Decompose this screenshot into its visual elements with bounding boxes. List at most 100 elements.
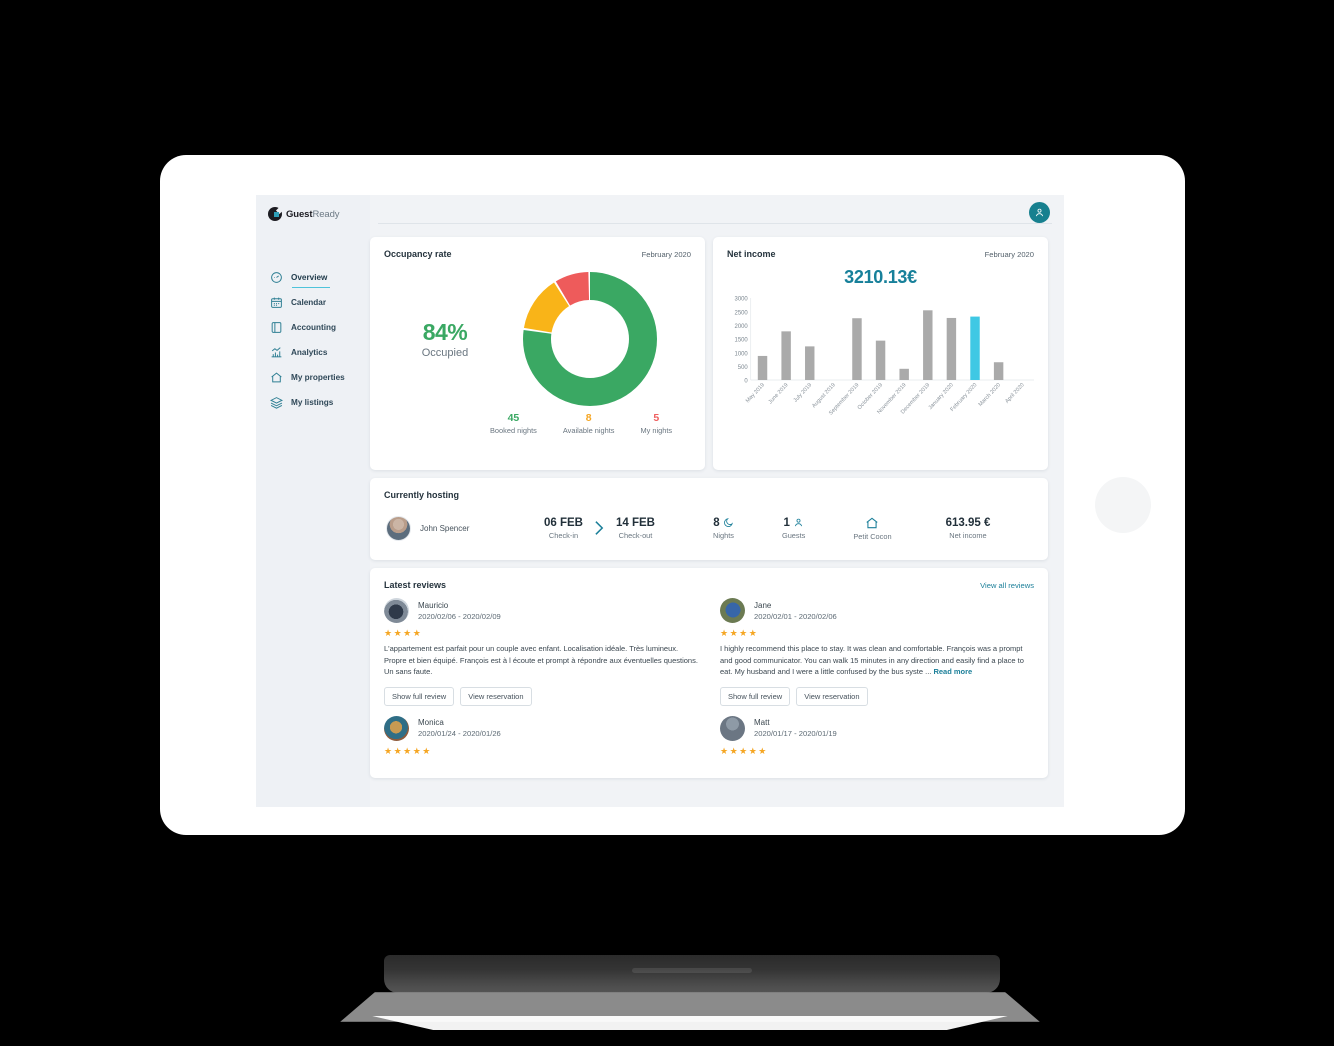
reviewer-name: Monica [418, 718, 444, 728]
reviews-column-right: Jane 2020/02/01 - 2020/02/06 ★★★★ I high… [720, 598, 1034, 763]
hosting-guest: John Spencer [386, 515, 544, 541]
occupancy-body: 84% Occupied [370, 259, 705, 409]
review-text: L'appartement est parfait pour un couple… [384, 644, 698, 677]
sidebar-item-calendar[interactable]: Calendar [256, 290, 370, 315]
svg-text:April 2020: April 2020 [1004, 382, 1025, 405]
guests-value-row: 1 [782, 517, 805, 529]
hosting-guests: 1 Guests [782, 517, 805, 540]
topbar [370, 195, 1064, 231]
guests-label: Guests [781, 530, 806, 540]
sidebar-label-calendar: Calendar [291, 298, 327, 307]
reviewer-info: Jane 2020/02/01 - 2020/02/06 [754, 601, 837, 621]
sidebar-item-accounting[interactable]: Accounting [256, 315, 370, 340]
hosting-title: Currently hosting [384, 490, 460, 500]
review-text-body: I highly recommend this place to stay. I… [720, 644, 1024, 677]
laptop-base [384, 955, 1000, 993]
reviewer-name: Mauricio [418, 600, 449, 610]
review-item: Mauricio 2020/02/06 - 2020/02/09 ★★★★ L'… [384, 598, 698, 706]
donut-svg [523, 272, 657, 406]
occupancy-card-header: Occupancy rate February 2020 [370, 237, 705, 259]
hosting-nights: 8 Nights [713, 517, 734, 540]
svg-text:0: 0 [744, 379, 748, 385]
svg-text:July 2019: July 2019 [793, 382, 814, 404]
reviewer-name: Matt [754, 718, 770, 728]
nights-value: 8 [713, 516, 720, 529]
guestready-logo-icon [268, 207, 282, 221]
top-cards-row: Occupancy rate February 2020 84% Occupie… [370, 237, 1058, 470]
sidebar-item-overview[interactable]: Overview [256, 265, 370, 290]
reviewer-info: Matt 2020/01/17 - 2020/01/19 [754, 718, 837, 738]
net-income-bar-chart: 0 500 1000 1500 2000 2500 3000 May 2019 June 201… [721, 294, 1038, 444]
view-reservation-button[interactable]: View reservation [796, 686, 868, 706]
occupancy-card: Occupancy rate February 2020 84% Occupie… [370, 237, 705, 470]
show-full-review-button[interactable]: Show full review [720, 686, 791, 706]
net-income-period: February 2020 [984, 250, 1034, 259]
review-rating-stars: ★★★★ [720, 628, 759, 638]
brand-light: Ready [312, 208, 340, 220]
review-rating-stars: ★★★★★ [720, 745, 768, 756]
reviews-column-left: Mauricio 2020/02/06 - 2020/02/09 ★★★★ L'… [384, 598, 698, 763]
checkout-label: Check-out [618, 530, 653, 540]
home-icon [865, 516, 879, 530]
review-item: Monica 2020/01/24 - 2020/01/26 ★★★★★ [384, 715, 698, 757]
sidebar-nav: Overview Calendar Accounting Analytics M… [256, 265, 370, 415]
user-icon [793, 517, 804, 528]
review-header: Jane 2020/02/01 - 2020/02/06 [720, 598, 1034, 623]
show-full-review-button[interactable]: Show full review [384, 686, 455, 706]
stat-my-nights-label: My nights [640, 425, 673, 435]
gauge-icon [270, 271, 283, 284]
reviews-header: Latest reviews View all reviews [370, 568, 1048, 590]
svg-text:1000: 1000 [735, 351, 749, 357]
svg-text:2000: 2000 [735, 324, 749, 330]
reviewer-avatar [720, 598, 745, 623]
net-income-card-header: Net income February 2020 [713, 237, 1048, 259]
avatar[interactable] [1029, 202, 1050, 223]
latest-reviews-card: Latest reviews View all reviews Mauricio… [370, 568, 1048, 778]
guest-avatar [386, 515, 411, 541]
reviewer-avatar [384, 715, 409, 741]
view-all-reviews-link[interactable]: View all reviews [980, 581, 1034, 590]
reviewer-info: Monica 2020/01/24 - 2020/01/26 [418, 718, 501, 738]
chart-icon [270, 346, 283, 359]
sidebar-item-my-listings[interactable]: My listings [256, 390, 370, 415]
review-actions: Show full review View reservation [384, 686, 698, 706]
review-dates: 2020/02/06 - 2020/02/09 [418, 611, 501, 621]
occupancy-donut-chart [520, 269, 660, 409]
occupancy-percent: 84% [422, 319, 468, 345]
stat-booked-value: 45 [507, 412, 520, 424]
app-screen: GuestReady Overview Calendar Accounting … [256, 195, 1064, 807]
review-item: Jane 2020/02/01 - 2020/02/06 ★★★★ I high… [720, 598, 1034, 706]
stat-booked-label: Booked nights [490, 425, 537, 435]
net-income-value: 3210.13€ [844, 267, 917, 287]
sidebar-label-my-properties: My properties [291, 373, 345, 382]
reviews-grid: Mauricio 2020/02/06 - 2020/02/09 ★★★★ L'… [370, 590, 1048, 763]
svg-text:August 2019: August 2019 [811, 382, 837, 409]
laptop-reflection [372, 1016, 1008, 1030]
stat-my-nights: 5 My nights [640, 412, 673, 435]
brand-text: GuestReady [286, 208, 340, 220]
read-more-link[interactable]: Read more [933, 667, 972, 676]
guests-value: 1 [783, 516, 790, 529]
sidebar-item-my-properties[interactable]: My properties [256, 365, 370, 390]
stat-available-value: 8 [585, 412, 592, 424]
property-icon-row [853, 516, 891, 530]
reviewer-avatar [720, 715, 745, 741]
stat-my-nights-value: 5 [653, 412, 660, 424]
svg-text:500: 500 [738, 365, 749, 371]
bezel-decor-circle [1095, 477, 1151, 533]
stage: GuestReady Overview Calendar Accounting … [0, 0, 1334, 1046]
hosting-net-income-value: 613.95 € [945, 516, 991, 529]
review-rating-stars: ★★★★ [384, 628, 423, 638]
svg-text:June 2019: June 2019 [768, 382, 790, 405]
hosting-checkin: 06 FEB Check-in [544, 517, 583, 540]
review-dates: 2020/02/01 - 2020/02/06 [754, 611, 837, 621]
occupancy-period: February 2020 [641, 250, 691, 259]
svg-text:3000: 3000 [735, 297, 749, 303]
sidebar-label-my-listings: My listings [291, 398, 334, 407]
sidebar-item-analytics[interactable]: Analytics [256, 340, 370, 365]
sidebar-label-analytics: Analytics [291, 348, 328, 357]
review-header: Matt 2020/01/17 - 2020/01/19 [720, 715, 1034, 741]
view-reservation-button[interactable]: View reservation [460, 686, 532, 706]
review-text: I highly recommend this place to stay. I… [720, 643, 1034, 678]
review-dates: 2020/01/24 - 2020/01/26 [418, 729, 501, 739]
